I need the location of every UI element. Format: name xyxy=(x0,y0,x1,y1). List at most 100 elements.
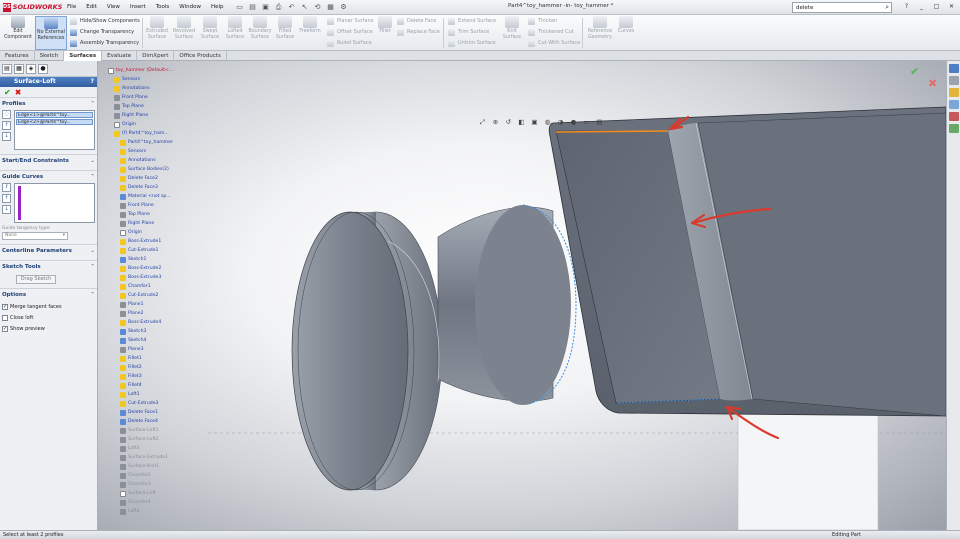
tree-item[interactable]: Surface Bodies(2) xyxy=(108,165,198,174)
untrim-surface-button[interactable]: Untrim Surface xyxy=(448,38,496,48)
tree-item[interactable]: Boss-Extrude3 xyxy=(108,273,198,282)
tree-item[interactable]: Fillet1 xyxy=(108,354,198,363)
tree-item[interactable]: Cut-Extrude3 xyxy=(108,399,198,408)
tree-item[interactable]: Sensors xyxy=(108,75,198,84)
tree-item[interactable]: Plane2 xyxy=(108,309,198,318)
options-icon[interactable]: ⚙ xyxy=(339,3,349,12)
tree-item[interactable]: Surface-Extrude1 xyxy=(108,453,198,462)
tree-item[interactable]: Fillet3 xyxy=(108,372,198,381)
tree-item[interactable]: Chamfer1 xyxy=(108,282,198,291)
tab-features[interactable]: Features xyxy=(0,51,35,61)
tab-dimxpert[interactable]: DimXpert xyxy=(137,51,175,61)
freeform-button[interactable]: Freeform xyxy=(297,16,323,50)
move-down-icon[interactable]: ↓ xyxy=(2,205,11,214)
undo-icon[interactable]: ↶ xyxy=(287,3,297,12)
file-explorer-icon[interactable] xyxy=(949,88,959,97)
tree-item[interactable]: Cut-Extrude2 xyxy=(108,291,198,300)
zoom-to-fit-icon[interactable]: ⤢ xyxy=(478,118,487,127)
trim-surface-button[interactable]: Trim Surface xyxy=(448,27,489,37)
assembly-transparency-button[interactable]: Assembly Transparency xyxy=(70,38,139,48)
menu-file[interactable]: File xyxy=(62,4,81,10)
list-item[interactable]: Edge<2>@Part4^toy... xyxy=(16,119,93,125)
hide-show-items-icon[interactable]: ◑ xyxy=(556,118,565,127)
search-input[interactable]: delete ⌕ xyxy=(792,2,892,13)
view-orientation-icon[interactable]: ▣ xyxy=(530,118,539,127)
tree-item[interactable]: Right Plane xyxy=(108,219,198,228)
maximize-button[interactable]: □ xyxy=(930,1,943,12)
guide-curves-list[interactable] xyxy=(14,183,95,223)
cancel-x-icon[interactable]: ✖ xyxy=(15,88,22,97)
scene-icon[interactable]: ▭ xyxy=(582,118,591,127)
tree-item[interactable]: Plane3 xyxy=(108,345,198,354)
tree-item[interactable]: Loft1 xyxy=(108,390,198,399)
tree-item[interactable]: Surface-Knit1 xyxy=(108,462,198,471)
chevron-up-icon[interactable]: ⌃ xyxy=(90,291,95,300)
close-button[interactable]: ✕ xyxy=(945,1,958,12)
swept-surface-button[interactable]: Swept Surface xyxy=(198,16,222,50)
move-up-icon[interactable]: ↑ xyxy=(2,121,11,130)
thickened-cut-button[interactable]: Thickened Cut xyxy=(528,27,574,37)
checkbox-unchecked-icon[interactable] xyxy=(2,315,8,321)
design-library-icon[interactable] xyxy=(949,76,959,85)
menu-window[interactable]: Window xyxy=(174,4,206,10)
tree-item[interactable]: Cut-Extrude1 xyxy=(108,246,198,255)
solidworks-logo[interactable]: DS SOLIDWORKS xyxy=(0,0,62,15)
previous-view-icon[interactable]: ↺ xyxy=(504,118,513,127)
tree-item[interactable]: Plane1 xyxy=(108,300,198,309)
change-transparency-button[interactable]: Change Transparency xyxy=(70,27,134,37)
tree-item[interactable]: Fillet2 xyxy=(108,363,198,372)
sketch-tools-header[interactable]: Sketch Tools ⌃ xyxy=(2,263,95,272)
save-icon[interactable]: ▣ xyxy=(261,3,271,12)
tab-evaluate[interactable]: Evaluate xyxy=(102,51,138,61)
profiles-list[interactable]: Edge<1>@Part4^toy... Edge<2>@Part4^toy..… xyxy=(14,110,95,150)
print-icon[interactable]: ⎙ xyxy=(274,3,284,12)
list-item[interactable]: Edge<1>@Part4^toy... xyxy=(16,112,93,118)
tree-item[interactable]: Origin xyxy=(108,120,198,129)
tree-item[interactable]: Fillet4 xyxy=(108,381,198,390)
ok-check-icon[interactable]: ✔ xyxy=(4,88,11,97)
profiles-header[interactable]: Profiles ⌃ xyxy=(2,100,95,109)
reference-geometry-button[interactable]: Reference Geometry xyxy=(585,16,615,50)
solidworks-resources-icon[interactable] xyxy=(949,64,959,73)
tab-sketch[interactable]: Sketch xyxy=(35,51,65,61)
tree-item[interactable]: Delete Face3 xyxy=(108,183,198,192)
merge-tangent-faces-checkbox[interactable]: ✓ Merge tangent faces xyxy=(2,303,95,311)
tree-item[interactable]: Loft4 xyxy=(108,507,198,516)
drag-sketch-button[interactable]: Drag Sketch xyxy=(16,275,56,284)
view-settings-icon[interactable]: ▤ xyxy=(595,118,604,127)
checkbox-checked-icon[interactable]: ✓ xyxy=(2,326,8,332)
hide-show-components-button[interactable]: Hide/Show Components xyxy=(70,16,140,26)
lofted-surface-button[interactable]: Lofted Surface xyxy=(223,16,247,50)
menu-view[interactable]: View xyxy=(102,4,125,10)
boundary-surface-button[interactable]: Boundary Surface xyxy=(247,16,273,50)
tab-surfaces[interactable]: Surfaces xyxy=(64,51,103,61)
tree-item[interactable]: Front Plane xyxy=(108,93,198,102)
replace-face-button[interactable]: Replace Face xyxy=(397,27,440,37)
tree-item[interactable]: Part4^toy_hammer xyxy=(108,138,198,147)
tab-office-products[interactable]: Office Products xyxy=(174,51,227,61)
tree-item[interactable]: Sensors xyxy=(108,147,198,156)
curves-button[interactable]: Curves xyxy=(616,16,636,50)
tree-item[interactable]: Top Plane xyxy=(108,102,198,111)
tree-item[interactable]: Right Plane xyxy=(108,111,198,120)
tree-item[interactable]: Sketch3 xyxy=(108,327,198,336)
tree-item[interactable]: Chamfer3 xyxy=(108,480,198,489)
delete-face-button[interactable]: Delete Face xyxy=(397,16,436,26)
display-style-icon[interactable]: ◍ xyxy=(543,118,552,127)
help-icon[interactable]: ? xyxy=(900,1,913,12)
chevron-up-icon[interactable]: ⌃ xyxy=(90,173,95,182)
confirm-corner-cancel-icon[interactable]: ✖ xyxy=(928,77,937,90)
tree-item[interactable]: Loft3 xyxy=(108,444,198,453)
minimize-button[interactable]: _ xyxy=(915,1,928,12)
custom-properties-icon[interactable] xyxy=(949,124,959,133)
confirm-corner-ok-icon[interactable]: ✔ xyxy=(910,65,919,78)
select-icon[interactable]: ↖ xyxy=(300,3,310,12)
guide-curves-header[interactable]: Guide Curves ⌃ xyxy=(2,173,95,182)
tree-item[interactable]: Boss-Extrude4 xyxy=(108,318,198,327)
tree-item[interactable]: Annotations xyxy=(108,156,198,165)
menu-insert[interactable]: Insert xyxy=(125,4,151,10)
section-view-icon[interactable]: ◧ xyxy=(517,118,526,127)
help-icon[interactable]: ? xyxy=(91,77,94,87)
checkbox-checked-icon[interactable]: ✓ xyxy=(2,304,8,310)
planar-surface-button[interactable]: Planar Surface xyxy=(327,16,373,26)
